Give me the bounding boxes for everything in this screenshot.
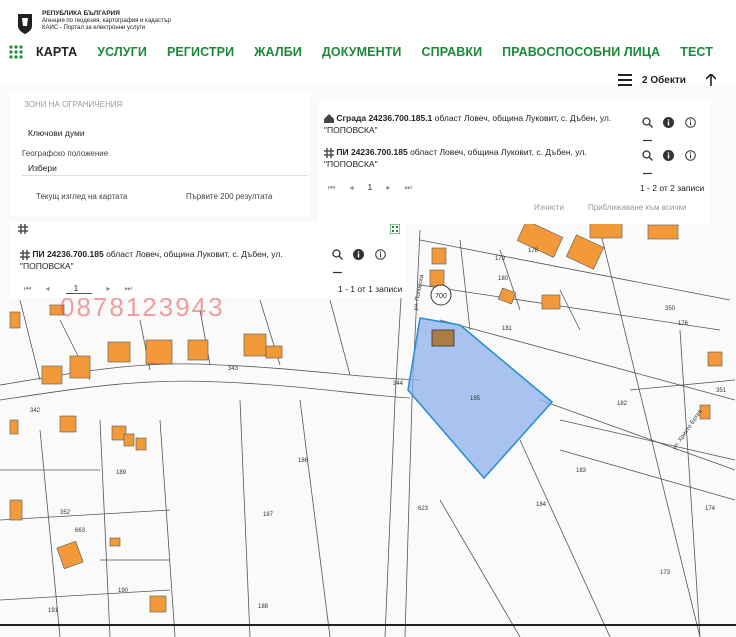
- nav-item-licensed-persons[interactable]: ПРАВОСПОСОБНИ ЛИЦА: [502, 45, 660, 59]
- nav-item-test[interactable]: ТЕСТ: [680, 45, 713, 59]
- parcel-icon: [20, 249, 30, 260]
- results-panel: Сграда 24236.700.185.1 област Ловеч, общ…: [318, 100, 710, 224]
- svg-text:187: 187: [263, 512, 274, 518]
- prev-page-icon[interactable]: ◂: [349, 183, 353, 192]
- logo-subtitle-1: Агенция по геодезия, картография и кадас…: [42, 18, 171, 24]
- keywords-input[interactable]: Ключови думи: [28, 128, 85, 138]
- info-outline-icon[interactable]: [375, 249, 386, 261]
- info-filled-icon[interactable]: [663, 150, 675, 162]
- first-page-icon[interactable]: ⏮: [328, 183, 335, 192]
- svg-text:190: 190: [118, 588, 129, 594]
- svg-text:191: 191: [48, 608, 59, 614]
- nav-item-documents[interactable]: ДОКУМЕНТИ: [322, 45, 402, 59]
- svg-text:350: 350: [665, 306, 676, 312]
- svg-text:342: 342: [30, 408, 41, 414]
- zoom-icon[interactable]: [642, 117, 653, 129]
- nav-item-registers[interactable]: РЕГИСТРИ: [167, 45, 234, 59]
- svg-text:663: 663: [75, 528, 86, 534]
- filter-panel: ЗОНИ НА ОГРАНИЧЕНИЯ Ключови думи Географ…: [10, 92, 310, 216]
- svg-text:185: 185: [470, 396, 481, 402]
- zones-title: ЗОНИ НА ОГРАНИЧЕНИЯ: [24, 100, 123, 109]
- svg-text:351: 351: [716, 388, 727, 394]
- result-title-2: ПИ 24236.700.185: [336, 147, 408, 157]
- info-filled-icon[interactable]: [353, 249, 365, 261]
- lower-result-actions: [326, 246, 406, 282]
- minimize-icon[interactable]: [642, 135, 653, 146]
- parcel-icon: [324, 147, 334, 158]
- geo-select[interactable]: Избери: [22, 160, 308, 176]
- minimize-icon[interactable]: [642, 168, 653, 179]
- svg-text:189: 189: [116, 470, 127, 476]
- result-actions-2: [636, 147, 710, 183]
- lower-result-item[interactable]: ПИ 24236.700.185 област Ловеч, община Лу…: [20, 248, 310, 272]
- option-current-view[interactable]: Текущ изглед на картата: [36, 192, 127, 201]
- lower-result-title: ПИ 24236.700.185: [32, 249, 104, 259]
- result-item-1[interactable]: Сграда 24236.700.185.1 област Ловеч, общ…: [324, 112, 624, 136]
- next-page-icon[interactable]: ▸: [106, 284, 110, 293]
- map-viewer: 700 179 180 178 181 176 350 185 182 186 187 183…: [0, 0, 736, 637]
- svg-text:181: 181: [502, 326, 513, 332]
- svg-text:178: 178: [528, 248, 539, 254]
- info-filled-icon[interactable]: [663, 117, 675, 129]
- svg-text:352: 352: [60, 510, 71, 516]
- lower-results-count: 1 - 1 от 1 записи: [338, 284, 403, 294]
- menu-icon[interactable]: [618, 74, 632, 86]
- page-number[interactable]: 1: [368, 183, 372, 192]
- svg-text:186: 186: [298, 458, 309, 464]
- svg-text:344: 344: [393, 381, 404, 387]
- qr-icon[interactable]: [390, 224, 400, 234]
- svg-text:188: 188: [258, 604, 269, 610]
- objects-toolbar: 2 Обекти: [618, 74, 716, 86]
- apps-grid-icon[interactable]: [8, 44, 24, 60]
- app-header: РЕПУБЛИКА БЪЛГАРИЯ Агенция по геодезия, …: [0, 0, 736, 86]
- svg-text:179: 179: [495, 256, 506, 262]
- page-select[interactable]: 1: [65, 284, 93, 294]
- coat-of-arms-icon: [18, 14, 32, 34]
- result-title-1: Сграда 24236.700.185.1: [336, 113, 433, 123]
- page-divider: [0, 624, 736, 626]
- svg-text:623: 623: [418, 506, 429, 512]
- zoom-icon[interactable]: [642, 150, 653, 162]
- svg-text:174: 174: [705, 506, 716, 512]
- last-page-icon[interactable]: ⏭: [405, 183, 412, 192]
- arrow-up-icon[interactable]: [705, 74, 716, 86]
- svg-text:183: 183: [576, 468, 587, 474]
- main-nav: КАРТА УСЛУГИ РЕГИСТРИ ЖАЛБИ ДОКУМЕНТИ СП…: [8, 44, 733, 60]
- svg-text:180: 180: [498, 276, 509, 282]
- first-page-icon[interactable]: ⏮: [24, 284, 31, 293]
- nav-item-reports[interactable]: СПРАВКИ: [422, 45, 483, 59]
- svg-text:343: 343: [228, 366, 239, 372]
- map-badge: 700: [435, 293, 447, 300]
- svg-text:182: 182: [617, 401, 628, 407]
- nav-item-map[interactable]: КАРТА: [36, 45, 77, 59]
- results-pager: ⏮ ◂ 1 ▸ ⏭: [328, 183, 412, 193]
- prev-page-icon[interactable]: ◂: [45, 284, 49, 293]
- result-actions-1: [636, 114, 710, 150]
- info-outline-icon[interactable]: [685, 117, 696, 129]
- results-count: 1 - 2 от 2 записи: [640, 183, 705, 193]
- geo-label: Географско положение: [22, 149, 109, 158]
- logo-title: РЕПУБЛИКА БЪЛГАРИЯ: [42, 10, 120, 17]
- svg-text:173: 173: [660, 570, 671, 576]
- logo-subtitle-2: КАИС - Портал за електронни услуги: [42, 25, 145, 31]
- last-page-icon[interactable]: ⏭: [125, 284, 132, 293]
- svg-text:184: 184: [536, 502, 547, 508]
- zoom-icon[interactable]: [332, 249, 343, 261]
- parcel-icon: [18, 224, 28, 234]
- zoom-all-button[interactable]: Приближаване към всички: [588, 203, 687, 212]
- lower-pager: ⏮ ◂ 1 ▸ ⏭: [24, 284, 132, 294]
- building-icon: [324, 114, 334, 124]
- svg-text:176: 176: [678, 321, 689, 327]
- nav-item-complaints[interactable]: ЖАЛБИ: [254, 45, 302, 59]
- objects-count[interactable]: 2 Обекти: [642, 75, 686, 86]
- next-page-icon[interactable]: ▸: [386, 183, 390, 192]
- info-outline-icon[interactable]: [685, 150, 696, 162]
- lower-results-panel: ПИ 24236.700.185 област Ловеч, община Лу…: [10, 222, 406, 298]
- option-first-200[interactable]: Първите 200 резултата: [186, 192, 272, 201]
- minimize-icon[interactable]: [332, 267, 343, 278]
- nav-item-services[interactable]: УСЛУГИ: [97, 45, 147, 59]
- clear-button[interactable]: Изчисти: [534, 203, 564, 212]
- result-item-2[interactable]: ПИ 24236.700.185 област Ловеч, община Лу…: [324, 146, 624, 170]
